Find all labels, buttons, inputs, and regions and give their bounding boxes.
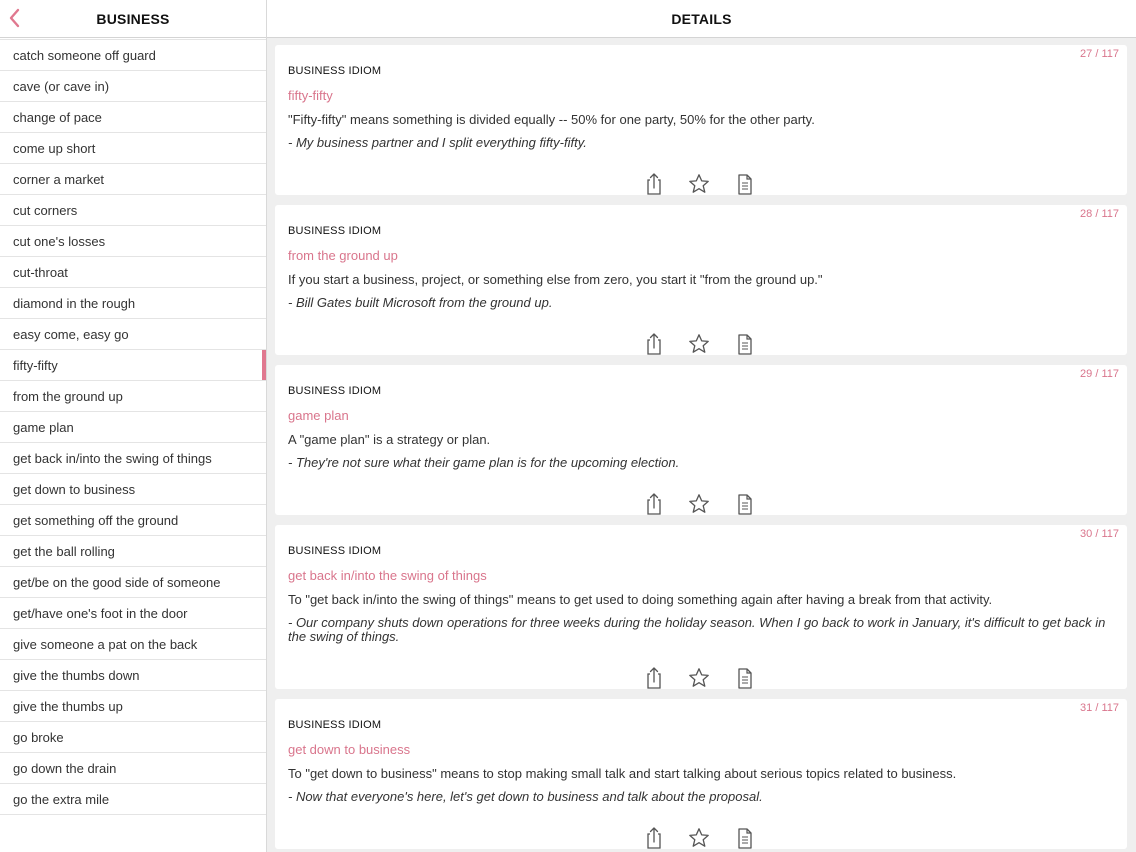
star-icon	[687, 173, 711, 195]
card-counter: 27 / 117	[1080, 48, 1119, 60]
card-example: - Bill Gates built Microsoft from the gr…	[288, 296, 1117, 310]
sidebar-header: BUSINESS	[0, 0, 266, 38]
card-counter: 30 / 117	[1080, 528, 1119, 540]
sidebar-item[interactable]: get down to business	[0, 474, 266, 505]
star-button[interactable]	[687, 173, 711, 195]
document-button[interactable]	[733, 333, 757, 355]
card-definition: To "get back in/into the swing of things…	[288, 592, 1113, 607]
document-icon	[733, 493, 757, 515]
star-button[interactable]	[687, 827, 711, 849]
share-icon	[642, 493, 666, 515]
details-title: DETAILS	[267, 11, 1136, 27]
sidebar: call it a daycatch someone off guardcave…	[0, 0, 267, 852]
idiom-card: 28 / 117 BUSINESS IDIOM from the ground up…	[275, 205, 1127, 355]
sidebar-item[interactable]: go the extra mile	[0, 784, 266, 815]
sidebar-item[interactable]: go broke	[0, 722, 266, 753]
document-icon	[733, 827, 757, 849]
share-button[interactable]	[642, 493, 666, 515]
card-term: get back in/into the swing of things	[288, 568, 487, 583]
sidebar-item[interactable]: get/be on the good side of someone	[0, 567, 266, 598]
star-button[interactable]	[687, 493, 711, 515]
card-example: - Our company shuts down operations for …	[288, 616, 1117, 644]
sidebar-item[interactable]: get something off the ground	[0, 505, 266, 536]
card-term: from the ground up	[288, 248, 398, 263]
card-term: fifty-fifty	[288, 88, 333, 103]
share-icon	[642, 173, 666, 195]
document-icon	[733, 173, 757, 195]
sidebar-item[interactable]: diamond in the rough	[0, 288, 266, 319]
share-icon	[642, 827, 666, 849]
idiom-card: 31 / 117 BUSINESS IDIOM get down to busine…	[275, 699, 1127, 849]
card-category: BUSINESS IDIOM	[288, 385, 381, 397]
sidebar-item[interactable]: corner a market	[0, 164, 266, 195]
card-actions	[275, 173, 1127, 195]
share-icon	[642, 333, 666, 355]
sidebar-item[interactable]: change of pace	[0, 102, 266, 133]
idiom-card: 27 / 117 BUSINESS IDIOM fifty-fifty "Fifty-…	[275, 45, 1127, 195]
sidebar-item[interactable]: easy come, easy go	[0, 319, 266, 350]
document-button[interactable]	[733, 493, 757, 515]
sidebar-item[interactable]: give someone a pat on the back	[0, 629, 266, 660]
share-button[interactable]	[642, 173, 666, 195]
card-category: BUSINESS IDIOM	[288, 225, 381, 237]
sidebar-item[interactable]: give the thumbs up	[0, 691, 266, 722]
document-icon	[733, 667, 757, 689]
star-icon	[687, 667, 711, 689]
sidebar-item[interactable]: fifty-fifty	[0, 350, 266, 381]
card-counter: 29 / 117	[1080, 368, 1119, 380]
card-actions	[275, 333, 1127, 355]
sidebar-item[interactable]: come up short	[0, 133, 266, 164]
card-actions	[275, 667, 1127, 689]
card-category: BUSINESS IDIOM	[288, 65, 381, 77]
sidebar-item[interactable]: catch someone off guard	[0, 40, 266, 71]
card-example: - My business partner and I split everyt…	[288, 136, 1117, 150]
share-button[interactable]	[642, 333, 666, 355]
star-icon	[687, 333, 711, 355]
document-button[interactable]	[733, 173, 757, 195]
card-term: get down to business	[288, 742, 410, 757]
card-category: BUSINESS IDIOM	[288, 545, 381, 557]
details-header: DETAILS	[267, 0, 1136, 38]
card-actions	[275, 493, 1127, 515]
idiom-list: call it a daycatch someone off guardcave…	[0, 9, 266, 815]
idiom-card: 30 / 117 BUSINESS IDIOM get back in/into t…	[275, 525, 1127, 689]
card-definition: To "get down to business" means to stop …	[288, 766, 1113, 781]
sidebar-item[interactable]: game plan	[0, 412, 266, 443]
sidebar-item[interactable]: cut-throat	[0, 257, 266, 288]
card-definition: "Fifty-fifty" means something is divided…	[288, 112, 1113, 127]
share-icon	[642, 667, 666, 689]
star-icon	[687, 493, 711, 515]
card-category: BUSINESS IDIOM	[288, 719, 381, 731]
sidebar-item[interactable]: cave (or cave in)	[0, 71, 266, 102]
sidebar-item[interactable]: get the ball rolling	[0, 536, 266, 567]
sidebar-item[interactable]: get back in/into the swing of things	[0, 443, 266, 474]
idiom-card: 29 / 117 BUSINESS IDIOM game plan A "game p…	[275, 365, 1127, 515]
details-pane: DETAILS 27 / 117 BUSINESS IDIOM fifty-fift…	[267, 0, 1136, 852]
sidebar-item[interactable]: cut corners	[0, 195, 266, 226]
card-counter: 28 / 117	[1080, 208, 1119, 220]
star-icon	[687, 827, 711, 849]
sidebar-item[interactable]: get/have one's foot in the door	[0, 598, 266, 629]
card-term: game plan	[288, 408, 349, 423]
card-example: - They're not sure what their game plan …	[288, 456, 1117, 470]
sidebar-item[interactable]: cut one's losses	[0, 226, 266, 257]
sidebar-item[interactable]: give the thumbs down	[0, 660, 266, 691]
card-counter: 31 / 117	[1080, 702, 1119, 714]
document-button[interactable]	[733, 827, 757, 849]
share-button[interactable]	[642, 667, 666, 689]
card-definition: A "game plan" is a strategy or plan.	[288, 432, 1113, 447]
star-button[interactable]	[687, 667, 711, 689]
card-actions	[275, 827, 1127, 849]
sidebar-item[interactable]: from the ground up	[0, 381, 266, 412]
document-icon	[733, 333, 757, 355]
star-button[interactable]	[687, 333, 711, 355]
sidebar-item[interactable]: go down the drain	[0, 753, 266, 784]
document-button[interactable]	[733, 667, 757, 689]
card-definition: If you start a business, project, or som…	[288, 272, 1113, 287]
share-button[interactable]	[642, 827, 666, 849]
card-example: - Now that everyone's here, let's get do…	[288, 790, 1117, 804]
sidebar-title: BUSINESS	[0, 11, 266, 27]
